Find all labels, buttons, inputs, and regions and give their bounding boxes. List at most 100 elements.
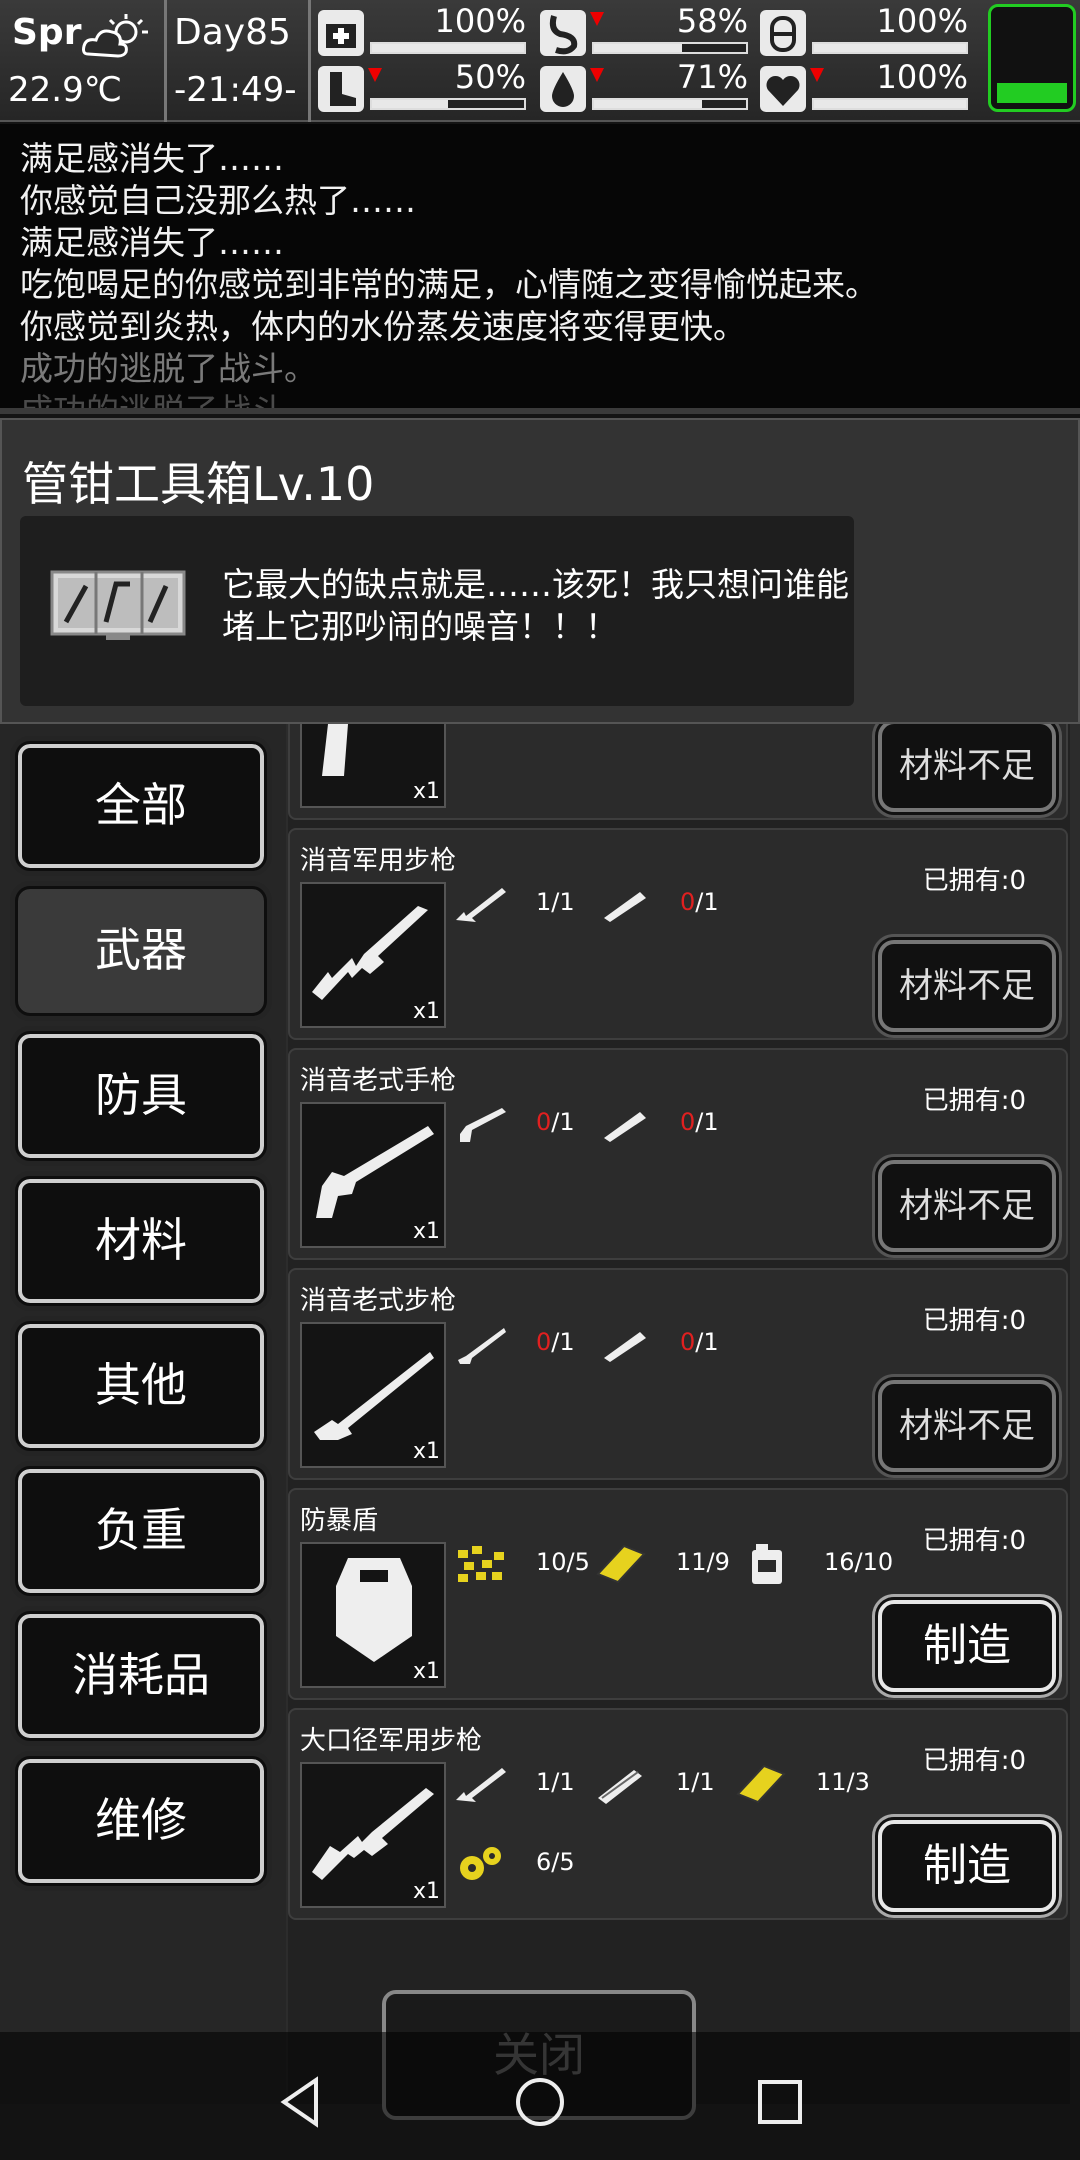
stat-bar-fill xyxy=(594,100,702,108)
recipe-row[interactable]: 防暴盾 已拥有:0 x1 10/5 11/9 16/10 制造 xyxy=(288,1488,1068,1700)
silencer-icon xyxy=(604,1332,646,1362)
revolver-icon xyxy=(460,1108,506,1142)
recipe-row[interactable]: 消音老式手枪 已拥有:0 x1 0/1 0/1 材料不足 xyxy=(288,1048,1068,1260)
stat-value: 71% xyxy=(676,58,748,96)
silencer-icon xyxy=(604,892,646,922)
material-have: 0 xyxy=(536,1328,552,1356)
recipe-name: 防暴盾 xyxy=(300,1506,379,1536)
recipe-thumbnail: x1 xyxy=(300,1102,446,1248)
toolbox-icon xyxy=(50,570,186,640)
stat-bar xyxy=(592,98,748,110)
message-log[interactable]: 满足感消失了…… 你感觉自己没那么热了…… 满足感消失了…… 吃饱喝足的你感觉到… xyxy=(0,124,1080,414)
recipe-quantity: x1 xyxy=(412,1659,440,1684)
season-label: Spr xyxy=(12,12,82,53)
recipe-row[interactable]: 消音军用步枪 已拥有:0 x1 1/1 0/1 材料不足 xyxy=(288,828,1068,1040)
barrel-icon xyxy=(598,1770,642,1804)
boot-icon xyxy=(318,66,364,112)
falling-arrow-icon xyxy=(590,68,604,82)
craft-button[interactable]: 制造 xyxy=(878,1600,1056,1692)
insufficient-materials-button[interactable]: 材料不足 xyxy=(878,724,1056,812)
material-have: 0 xyxy=(680,888,696,916)
stat-bar xyxy=(592,42,748,54)
craft-button[interactable]: 制造 xyxy=(878,1820,1056,1912)
stat-stamina: 50% xyxy=(318,58,530,114)
category-repair[interactable]: 维修 xyxy=(15,1756,267,1886)
insufficient-materials-button[interactable]: 材料不足 xyxy=(878,940,1056,1032)
log-line: 满足感消失了…… xyxy=(20,223,284,262)
stat-health: 100% xyxy=(318,2,530,58)
water-drop-icon xyxy=(540,66,586,112)
medkit-icon xyxy=(318,10,364,56)
log-line: 满足感消失了…… xyxy=(20,139,284,178)
material-have: 1/1 xyxy=(536,1768,575,1796)
recipe-row[interactable]: x1 0/1 0/1 材料不足 xyxy=(288,724,1068,820)
rifle-icon xyxy=(456,888,506,922)
battery-icon xyxy=(988,4,1076,112)
stat-value: 100% xyxy=(876,58,968,96)
assault-rifle-icon xyxy=(312,906,428,1000)
battery-level xyxy=(997,83,1067,103)
category-all[interactable]: 全部 xyxy=(15,741,267,871)
log-line: 成功的逃脱了战斗。 xyxy=(20,349,317,388)
stat-bar xyxy=(812,98,968,110)
recipe-owned: 已拥有:0 xyxy=(922,866,1026,896)
fuel-can-icon xyxy=(752,1544,782,1584)
revolver-icon xyxy=(316,1126,434,1218)
stat-hunger: 58% xyxy=(540,2,752,58)
day-counter: Day85 xyxy=(174,12,291,53)
status-bar: Spr 22.9℃ Day85 -21:49- 100% 58% 100% 50… xyxy=(0,0,1080,122)
recipe-name: 消音军用步枪 xyxy=(300,846,457,876)
insufficient-materials-button[interactable]: 材料不足 xyxy=(878,1380,1056,1472)
heart-icon xyxy=(760,66,806,112)
category-load[interactable]: 负重 xyxy=(15,1466,267,1596)
recent-apps-icon[interactable] xyxy=(750,2072,810,2132)
material-need: /1 xyxy=(695,1328,719,1356)
material-need: /1 xyxy=(551,1108,575,1136)
stat-bar-fill xyxy=(594,44,683,52)
heavy-rifle-icon xyxy=(312,1788,434,1880)
stat-value: 50% xyxy=(454,58,526,96)
category-materials[interactable]: 材料 xyxy=(15,1176,267,1306)
navigation-bar xyxy=(0,2032,1080,2160)
stat-bladder: 100% xyxy=(760,2,972,58)
recipe-row[interactable]: 大口径军用步枪 已拥有:0 x1 1/1 1/1 11/3 6/5 制造 xyxy=(288,1708,1068,1920)
stat-bar xyxy=(370,42,526,54)
stat-mood: 100% xyxy=(760,58,972,114)
recipe-name: 消音老式步枪 xyxy=(300,1286,457,1316)
temperature-readout: 22.9℃ xyxy=(8,70,122,110)
divider xyxy=(308,0,311,122)
stat-bar-fill xyxy=(814,44,966,52)
silencer-icon xyxy=(604,1112,646,1142)
bladder-icon xyxy=(760,10,806,56)
category-armor[interactable]: 防具 xyxy=(15,1031,267,1161)
stat-bar-fill xyxy=(372,100,448,108)
stat-thirst: 71% xyxy=(540,58,752,114)
recipe-row[interactable]: 消音老式步枪 已拥有:0 x1 0/1 0/1 材料不足 xyxy=(288,1268,1068,1480)
bolt-rifle-icon xyxy=(458,1328,506,1364)
recipe-thumbnail: x1 xyxy=(300,1322,446,1468)
recipe-thumbnail: x1 xyxy=(300,882,446,1028)
falling-arrow-icon xyxy=(810,68,824,82)
clock-readout: -21:49- xyxy=(174,70,297,110)
category-weapons[interactable]: 武器 xyxy=(15,886,267,1016)
stat-value: 58% xyxy=(676,2,748,40)
material-have: 1 xyxy=(536,888,552,916)
recipe-quantity: x1 xyxy=(412,1219,440,1244)
category-consumables[interactable]: 消耗品 xyxy=(15,1611,267,1741)
home-icon[interactable] xyxy=(510,2072,570,2132)
falling-arrow-icon xyxy=(368,68,382,82)
insufficient-materials-button[interactable]: 材料不足 xyxy=(878,1160,1056,1252)
recipe-owned: 已拥有:0 xyxy=(922,1086,1026,1116)
material-need: /1 xyxy=(695,1108,719,1136)
log-line: 你感觉自己没那么热了…… xyxy=(20,181,416,220)
material-need: /1 xyxy=(695,888,719,916)
recipe-list[interactable]: x1 0/1 0/1 材料不足 消音军用步枪 已拥有:0 x1 1/1 xyxy=(288,724,1070,2104)
back-icon[interactable] xyxy=(270,2072,330,2132)
rifle-icon xyxy=(456,1768,506,1802)
screws-icon xyxy=(458,1546,504,1582)
recipe-name: 消音老式手枪 xyxy=(300,1066,457,1096)
category-sidebar: 全部 武器 防具 材料 其他 负重 消耗品 维修 xyxy=(0,724,286,2104)
material-have: 0 xyxy=(536,1108,552,1136)
category-other[interactable]: 其他 xyxy=(15,1321,267,1451)
material-have: 11/9 xyxy=(676,1548,730,1576)
